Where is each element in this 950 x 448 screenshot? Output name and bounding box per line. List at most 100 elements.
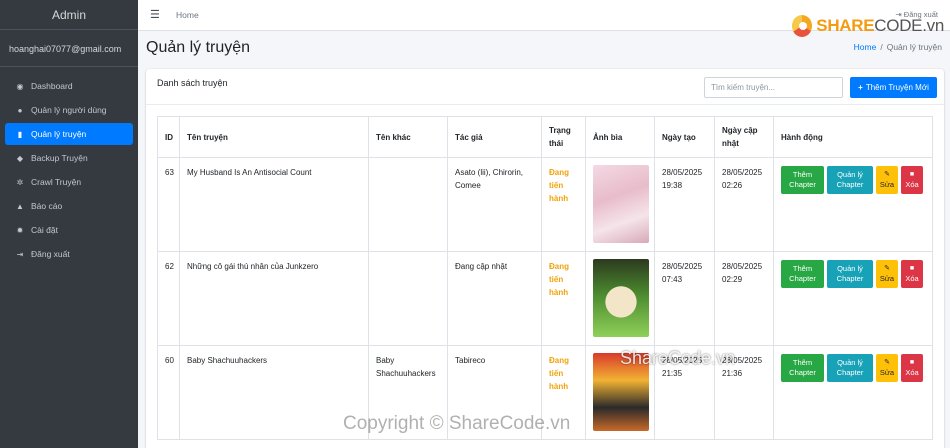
cell-actions: Thêm Chapter Quản lý Chapter ✎ Sửa ■ Xóa <box>773 345 933 440</box>
cell-actions: Thêm Chapter Quản lý Chapter ✎ Sửa ■ Xóa <box>773 251 933 346</box>
stories-table-wrap: ID Tên truyện Tên khác Tác giả Trạng thá… <box>157 116 933 440</box>
col-header-updated: Ngày cập nhật <box>714 116 774 158</box>
watermark-center: ShareCode.vn <box>620 348 736 368</box>
sidebar-item-label: Cài đặt <box>31 225 58 235</box>
card-header: Danh sách truyện +Thêm Truyện Mới <box>146 69 944 105</box>
tags-icon: ◆ <box>16 153 24 163</box>
manage-chapter-button[interactable]: Quản lý Chapter <box>827 354 873 382</box>
add-story-button[interactable]: + Thêm Truyện Mới <box>850 77 937 98</box>
card-title: Danh sách truyện <box>157 78 228 88</box>
col-header-cover: Ảnh bìa <box>585 116 655 158</box>
cell-status: Đang tiến hành <box>541 251 586 346</box>
add-chapter-button[interactable]: Thêm Chapter <box>781 354 824 382</box>
manage-chapter-button[interactable]: Quản lý Chapter <box>827 166 873 194</box>
watermark-bottom: Copyright © ShareCode.vn <box>343 413 571 434</box>
cell-id: 62 <box>157 251 180 346</box>
cell-updated: 28/05/2025 02:29 <box>714 251 774 346</box>
breadcrumb-separator: / <box>880 42 883 52</box>
manage-chapter-label: Quản lý Chapter <box>836 358 864 377</box>
sidebar-item-crawl[interactable]: ✲ Crawl Truyện <box>5 171 133 193</box>
table-header-row: ID Tên truyện Tên khác Tác giả Trạng thá… <box>157 116 933 158</box>
breadcrumb-current: Quản lý truyện <box>886 42 942 52</box>
col-header-status: Trạng thái <box>541 116 586 158</box>
edit-label: Sửa <box>879 274 895 283</box>
trash-icon: ■ <box>909 265 915 272</box>
edit-button[interactable]: ✎ Sửa <box>876 260 898 288</box>
users-icon: ● <box>17 105 23 115</box>
dashboard-icon: ◉ <box>16 81 24 91</box>
edit-button[interactable]: ✎ Sửa <box>876 166 898 194</box>
delete-label: Xóa <box>905 368 919 377</box>
cell-id: 60 <box>157 345 180 440</box>
delete-button[interactable]: ■ Xóa <box>901 166 923 194</box>
page-title: Quản lý truyện <box>146 39 251 56</box>
row-actions: Thêm Chapter Quản lý Chapter ✎ Sửa ■ Xóa <box>781 166 925 194</box>
edit-icon: ✎ <box>884 359 890 366</box>
row-actions: Thêm Chapter Quản lý Chapter ✎ Sửa ■ Xóa <box>781 260 925 288</box>
cell-name: Baby Shachuuhackers <box>179 345 369 440</box>
cell-name: My Husband Is An Antisocial Count <box>179 157 369 252</box>
cell-other <box>368 157 448 252</box>
cell-actions: Thêm Chapter Quản lý Chapter ✎ Sửa ■ Xóa <box>773 157 933 252</box>
delete-button[interactable]: ■ Xóa <box>901 260 923 288</box>
sidebar-item-users[interactable]: ● Quản lý người dùng <box>5 99 133 121</box>
cover-image <box>593 259 649 337</box>
breadcrumb-home-link[interactable]: Home <box>854 42 877 52</box>
delete-button[interactable]: ■ Xóa <box>901 354 923 382</box>
table-row: 63 My Husband Is An Antisocial Count Asa… <box>157 157 933 252</box>
col-header-created: Ngày tạo <box>654 116 715 158</box>
brand-title[interactable]: Admin <box>0 0 138 30</box>
gear-icon: ✹ <box>16 225 24 235</box>
cell-cover <box>585 157 655 252</box>
user-email[interactable]: hoanghai07077@gmail.com <box>0 30 138 67</box>
sidebar-nav: ◉ Dashboard ● Quản lý người dùng ▮ Quản lý … <box>0 67 138 265</box>
add-chapter-button[interactable]: Thêm Chapter <box>781 166 824 194</box>
cell-author: Đang cập nhật <box>447 251 542 346</box>
logo-text: SHARECODE.vn <box>816 16 944 36</box>
stories-table: ID Tên truyện Tên khác Tác giả Trạng thá… <box>157 116 933 440</box>
hamburger-menu-icon[interactable]: ☰ <box>150 8 160 21</box>
cell-author: Asato (lii), Chirorin, Comee <box>447 157 542 252</box>
sidebar-item-label: Quản lý truyện <box>31 129 87 139</box>
sidebar-item-label: Dashboard <box>31 81 73 91</box>
logo-share: SHARE <box>816 16 875 35</box>
col-header-id: ID <box>157 116 180 158</box>
cell-other <box>368 251 448 346</box>
stories-card: Danh sách truyện +Thêm Truyện Mới ID Tên… <box>146 69 944 448</box>
edit-button[interactable]: ✎ Sửa <box>876 354 898 382</box>
trash-icon: ■ <box>909 359 915 366</box>
sidebar: Admin hoanghai07077@gmail.com ◉ Dashboard… <box>0 0 138 448</box>
sidebar-item-logout[interactable]: ⇥ Đăng xuất <box>5 243 133 265</box>
col-header-author: Tác giả <box>447 116 542 158</box>
cell-updated: 28/05/2025 02:26 <box>714 157 774 252</box>
edit-icon: ✎ <box>884 171 890 178</box>
sidebar-item-label: Backup Truyện <box>31 153 88 163</box>
trash-icon: ■ <box>909 171 915 178</box>
col-header-name: Tên truyện <box>179 116 369 158</box>
cover-image <box>593 165 649 243</box>
sidebar-item-label: Báo cáo <box>31 201 63 211</box>
col-header-actions: Hành động <box>773 116 933 158</box>
logo-code: CODE.vn <box>874 16 944 35</box>
edit-label: Sửa <box>879 180 895 189</box>
manage-chapter-label: Quản lý Chapter <box>836 170 864 189</box>
sharecode-logo: SHARECODE.vn <box>792 11 944 41</box>
sidebar-item-reports[interactable]: ▲ Báo cáo <box>5 195 133 217</box>
sidebar-item-settings[interactable]: ✹ Cài đặt <box>5 219 133 241</box>
cell-created: 28/05/2025 19:38 <box>654 157 715 252</box>
search-input[interactable] <box>704 77 843 98</box>
sidebar-item-dashboard[interactable]: ◉ Dashboard <box>5 75 133 97</box>
top-home-link[interactable]: Home <box>176 10 199 20</box>
add-story-label: Thêm Truyện Mới <box>865 83 929 92</box>
logo-mark-icon <box>792 15 813 37</box>
warning-icon: ▲ <box>16 201 24 211</box>
sidebar-item-backup[interactable]: ◆ Backup Truyện <box>5 147 133 169</box>
add-chapter-button[interactable]: Thêm Chapter <box>781 260 824 288</box>
sidebar-item-stories[interactable]: ▮ Quản lý truyện <box>5 123 133 145</box>
sidebar-item-label: Quản lý người dùng <box>31 105 107 115</box>
manage-chapter-button[interactable]: Quản lý Chapter <box>827 260 873 288</box>
cell-name: Những cô gái thú nhân của Junkzero <box>179 251 369 346</box>
add-chapter-label: Thêm Chapter <box>789 170 816 189</box>
plus-icon: + <box>858 83 863 92</box>
table-row: 62 Những cô gái thú nhân của Junkzero Đa… <box>157 251 933 346</box>
